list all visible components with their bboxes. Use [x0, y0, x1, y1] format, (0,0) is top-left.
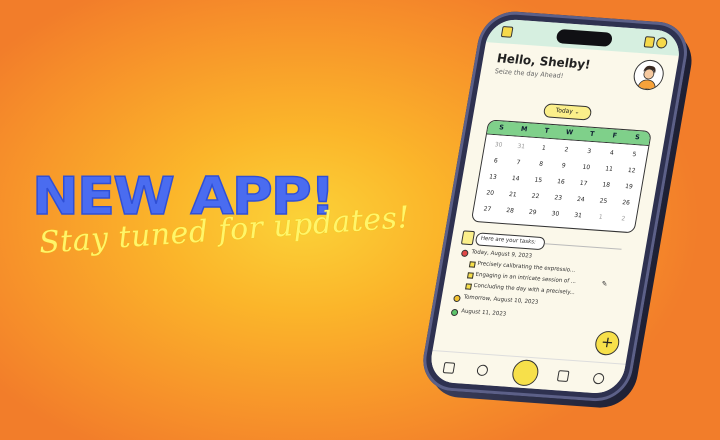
notification-icon[interactable]: [643, 36, 656, 48]
task-group-date: Today, August 9, 2023: [470, 249, 533, 260]
calendar-day[interactable]: 25: [591, 197, 615, 206]
task-checkbox[interactable]: [466, 272, 474, 279]
calendar-day[interactable]: 5: [622, 150, 646, 159]
calendar-day[interactable]: 1: [589, 213, 613, 222]
app-screen: Hello, Shelby! Seize the day Ahead! Toda…: [427, 17, 684, 395]
calendar-day[interactable]: 11: [597, 165, 621, 174]
calendar-day[interactable]: 3: [577, 147, 601, 156]
bottom-nav: [427, 350, 626, 395]
settings-icon[interactable]: [655, 37, 669, 49]
calendar-day[interactable]: 12: [620, 166, 644, 175]
weekday-label: T: [543, 126, 550, 135]
calendar-day[interactable]: 24: [569, 195, 593, 204]
priority-dot-red: [460, 249, 469, 258]
weekday-label: F: [611, 131, 618, 140]
weekday-label: W: [565, 128, 574, 137]
calendar-day[interactable]: 15: [526, 176, 550, 185]
calendar-day[interactable]: 16: [549, 178, 573, 187]
calendar-day[interactable]: 29: [521, 208, 545, 217]
calendar-day[interactable]: 6: [484, 157, 508, 166]
phone-body: Hello, Shelby! Seize the day Ahead! Toda…: [417, 9, 693, 404]
promo-text: NEW APP! Stay tuned for updates!: [31, 169, 411, 300]
calendar-day[interactable]: 30: [487, 141, 511, 150]
calendar-day[interactable]: 27: [475, 205, 499, 214]
task-item[interactable]: Precisely calibrating the expressio...: [477, 261, 576, 274]
calendar-day[interactable]: 14: [504, 174, 528, 183]
avatar[interactable]: [631, 58, 667, 92]
calendar-day[interactable]: 8: [529, 160, 553, 169]
today-dropdown[interactable]: Today ⌄: [542, 103, 593, 121]
weekday-label: M: [520, 124, 529, 134]
calendar-day[interactable]: 31: [509, 142, 533, 151]
calendar-day[interactable]: 4: [600, 149, 624, 158]
task-checkbox[interactable]: [468, 261, 476, 268]
today-label: Today: [555, 106, 574, 116]
chevron-down-icon: ⌄: [574, 108, 581, 116]
weekday-label: T: [589, 129, 596, 139]
weekday-label: S: [634, 132, 641, 142]
calendar-day[interactable]: 13: [481, 173, 505, 182]
calendar-day[interactable]: 21: [501, 190, 525, 199]
menu-icon[interactable]: [500, 25, 514, 38]
calendar-day[interactable]: 7: [506, 158, 530, 167]
priority-dot-yellow: [452, 294, 462, 303]
clock-icon[interactable]: [476, 364, 489, 377]
divider: [544, 243, 622, 250]
chart-icon[interactable]: [556, 370, 570, 382]
calendar-day[interactable]: 28: [498, 207, 522, 216]
weekday-label: S: [498, 123, 505, 132]
priority-dot-green: [450, 308, 459, 317]
calendar-day[interactable]: 31: [566, 211, 590, 220]
home-button[interactable]: [510, 358, 541, 387]
calendar-day[interactable]: 18: [594, 181, 618, 190]
calendar-day[interactable]: 2: [611, 215, 635, 224]
task-checkbox[interactable]: [465, 283, 472, 290]
calendar-day[interactable]: 10: [574, 163, 598, 172]
phone-mockup: Hello, Shelby! Seize the day Ahead! Toda…: [416, 9, 708, 416]
edit-icon[interactable]: ✎: [601, 280, 608, 288]
calendar-day[interactable]: 1: [532, 144, 556, 153]
calendar-day[interactable]: 26: [614, 199, 638, 208]
calendar-day[interactable]: 20: [478, 189, 502, 198]
calendar-day[interactable]: 22: [524, 192, 548, 201]
calendar-day[interactable]: 23: [546, 194, 570, 203]
calendar-day[interactable]: 9: [552, 162, 576, 171]
profile-icon[interactable]: [592, 372, 606, 385]
calendar-day[interactable]: 2: [555, 146, 579, 155]
tasks-prompt: Here are your tasks:: [474, 232, 546, 251]
task-group-date: Tomorrow, August 10, 2023: [463, 294, 539, 306]
calendar-day[interactable]: 17: [572, 179, 596, 188]
task-list: Here are your tasks: Today, August 9, 20…: [446, 230, 637, 344]
task-item[interactable]: Concluding the day with a precisely...: [473, 283, 575, 296]
home-list-icon[interactable]: [442, 362, 456, 374]
calendar-day[interactable]: 19: [617, 182, 641, 191]
calendar: SMTWTFS 30 31 1 2 3 4 5 6 7 8 9 10 11 12 13 14 15 16 17 18 1…: [470, 119, 652, 234]
clipboard-icon: [460, 230, 476, 246]
calendar-day[interactable]: 30: [543, 210, 567, 219]
task-group-date: August 11, 2023: [460, 308, 507, 318]
